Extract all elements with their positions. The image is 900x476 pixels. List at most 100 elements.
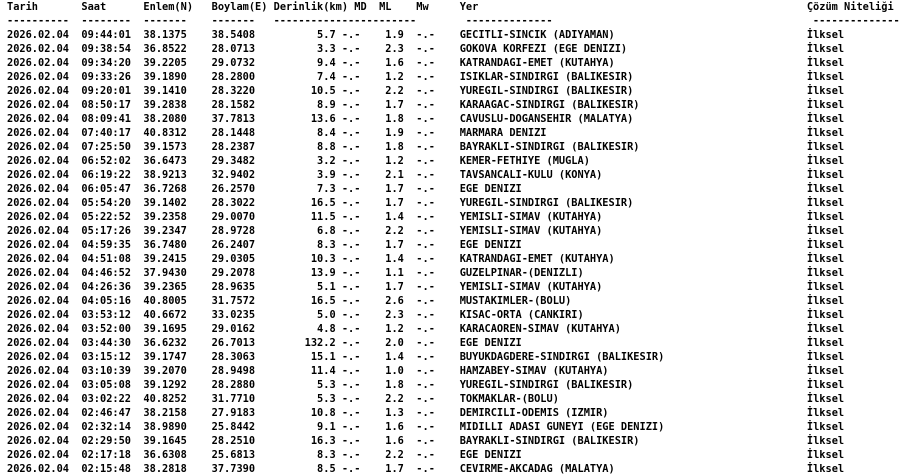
cell-mw: -.-: [416, 183, 435, 195]
cell-time: 02:15:48: [81, 463, 132, 475]
table-row: 2026.02.04 08:50:17 39.2838 28.1582 8.9 …: [7, 99, 844, 111]
cell-lat: 39.1402: [143, 197, 187, 209]
cell-quality: İlksel: [806, 197, 845, 209]
cell-location: YEMISLI-SIMAV (KUTAHYA): [459, 211, 603, 223]
cell-md: -.-: [341, 169, 361, 181]
cell-depth: 5.3: [317, 393, 336, 405]
cell-time: 06:52:02: [81, 155, 132, 167]
cell-lon: 25.8442: [211, 421, 256, 433]
cell-ml: 1.8: [385, 379, 404, 391]
cell-lon: 28.2510: [211, 435, 256, 447]
cell-lat: 39.1573: [143, 141, 187, 153]
cell-time: 03:52:00: [81, 323, 132, 335]
cell-lat: 39.1292: [143, 379, 187, 391]
cell-ml: 1.7: [385, 239, 404, 251]
cell-depth: 132.2: [304, 337, 336, 349]
cell-mw: -.-: [416, 337, 435, 349]
cell-mw: -.-: [416, 71, 435, 83]
cell-quality: İlksel: [806, 85, 845, 97]
cell-lon: 28.9498: [211, 365, 256, 377]
cell-time: 03:15:12: [81, 351, 132, 363]
cell-mw: -.-: [416, 295, 435, 307]
cell-quality: İlksel: [806, 99, 845, 111]
cell-location: KATRANDAGI-EMET (KUTAHYA): [459, 253, 615, 265]
cell-mw: -.-: [416, 421, 435, 433]
table-row: 2026.02.04 07:40:17 40.8312 28.1448 8.4 …: [7, 127, 844, 139]
cell-mw: -.-: [416, 379, 435, 391]
cell-lon: 28.0713: [211, 43, 256, 55]
cell-ml: 2.2: [385, 449, 404, 461]
cell-lat: 38.1375: [143, 29, 187, 41]
table-row: 2026.02.04 03:52:00 39.1695 29.0162 4.8 …: [7, 323, 844, 335]
cell-location: EGE DENIZI: [459, 449, 522, 461]
table-row: 2026.02.04 04:05:16 40.8005 31.7572 16.5…: [7, 295, 844, 307]
cell-time: 04:46:52: [81, 267, 132, 279]
cell-ml: 1.2: [385, 323, 404, 335]
cell-lat: 38.9890: [143, 421, 187, 433]
cell-time: 08:50:17: [81, 99, 132, 111]
cell-location: GOKOVA KORFEZI (EGE DENIZI): [459, 43, 628, 55]
cell-date: 2026.02.04: [7, 267, 69, 279]
cell-lat: 39.2358: [143, 211, 187, 223]
cell-location: ISIKLAR-SINDIRGI (BALIKESIR): [459, 71, 634, 83]
cell-time: 06:05:47: [81, 183, 132, 195]
cell-ml: 2.2: [385, 225, 404, 237]
cell-time: 09:20:01: [81, 85, 132, 97]
table-row: 2026.02.04 03:53:12 40.6672 33.0235 5.0 …: [7, 309, 844, 321]
cell-lon: 27.9183: [211, 407, 256, 419]
cell-time: 02:29:50: [81, 435, 132, 447]
cell-quality: İlksel: [806, 71, 845, 83]
cell-md: -.-: [341, 281, 361, 293]
cell-ml: 1.4: [385, 211, 404, 223]
cell-lon: 28.2387: [211, 141, 256, 153]
cell-date: 2026.02.04: [7, 141, 69, 153]
header-lon: Boylam(E): [211, 1, 268, 13]
cell-time: 05:17:26: [81, 225, 132, 237]
cell-ml: 1.7: [385, 183, 404, 195]
table-row: 2026.02.04 03:44:30 36.6232 26.7013 132.…: [7, 337, 844, 349]
cell-date: 2026.02.04: [7, 71, 69, 83]
cell-lat: 39.2070: [143, 365, 187, 377]
cell-location: KARAAGAC-SINDIRGI (BALIKESIR): [459, 99, 640, 111]
cell-lat: 39.1645: [143, 435, 187, 447]
table-row: 2026.02.04 05:54:20 39.1402 28.3022 16.5…: [7, 197, 844, 209]
cell-md: -.-: [341, 463, 361, 475]
cell-location: CAVUSLU-DOGANSEHIR (MALATYA): [459, 113, 634, 125]
cell-depth: 8.4: [317, 127, 336, 139]
cell-lon: 37.7813: [211, 113, 256, 125]
cell-lat: 38.2818: [143, 463, 187, 475]
cell-time: 05:54:20: [81, 197, 132, 209]
table-row: 2026.02.04 09:38:54 36.8522 28.0713 3.3 …: [7, 43, 844, 55]
cell-time: 05:22:52: [81, 211, 132, 223]
cell-md: -.-: [341, 43, 361, 55]
cell-date: 2026.02.04: [7, 197, 69, 209]
cell-time: 02:32:14: [81, 421, 132, 433]
cell-lat: 36.7268: [143, 183, 187, 195]
cell-ml: 1.4: [385, 351, 404, 363]
cell-location: TAVSANCALI-KULU (KONYA): [459, 169, 603, 181]
cell-lat: 36.6308: [143, 449, 187, 461]
cell-date: 2026.02.04: [7, 449, 69, 461]
header-separator: ---------- -------- ------- ------- ----…: [7, 15, 900, 27]
header-mw: Mw: [416, 1, 429, 13]
table-row: 2026.02.04 03:02:22 40.8252 31.7710 5.3 …: [7, 393, 844, 405]
cell-md: -.-: [341, 197, 361, 209]
cell-date: 2026.02.04: [7, 393, 69, 405]
cell-location: BUYUKDAGDERE-SINDIRGI (BALIKESIR): [459, 351, 665, 363]
cell-date: 2026.02.04: [7, 211, 69, 223]
cell-date: 2026.02.04: [7, 323, 69, 335]
header-quality: Çözüm Niteliği: [806, 1, 894, 13]
cell-md: -.-: [341, 71, 361, 83]
cell-quality: İlksel: [806, 309, 845, 321]
cell-date: 2026.02.04: [7, 113, 69, 125]
table-row: 2026.02.04 09:33:26 39.1890 28.2800 7.4 …: [7, 71, 844, 83]
table-row: 2026.02.04 06:05:47 36.7268 26.2570 7.3 …: [7, 183, 844, 195]
cell-ml: 1.2: [385, 71, 404, 83]
cell-lon: 25.6813: [211, 449, 256, 461]
cell-time: 09:34:20: [81, 57, 132, 69]
cell-date: 2026.02.04: [7, 225, 69, 237]
cell-ml: 1.4: [385, 253, 404, 265]
cell-lat: 39.1410: [143, 85, 187, 97]
table-row: 2026.02.04 07:25:50 39.1573 28.2387 8.8 …: [7, 141, 844, 153]
cell-md: -.-: [341, 57, 361, 69]
